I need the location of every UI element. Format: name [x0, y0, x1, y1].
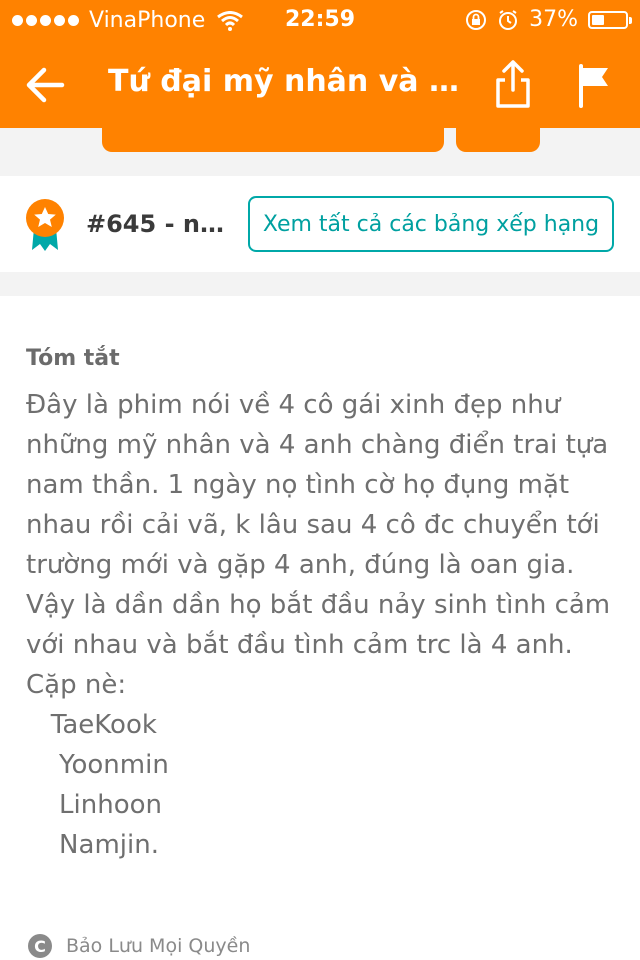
copyright-row: C Bảo Lưu Mọi Quyền — [28, 934, 250, 958]
summary-line: với nhau và bắt đầu tình cảm trc là 4 an… — [26, 630, 573, 660]
battery-icon — [588, 10, 632, 29]
summary-line: trường mới và gặp 4 anh, đúng là oan gia… — [26, 550, 575, 580]
lock-rotation-icon — [466, 9, 487, 30]
section-divider — [0, 272, 640, 296]
copyright-icon: C — [28, 934, 52, 958]
navigation-bar: Tứ đại mỹ nhân và tứ... — [0, 40, 640, 128]
summary-line: Cặp nè: — [26, 670, 127, 700]
status-right: 37% — [465, 7, 632, 32]
status-bar: VinaPhone 22:59 37% — [0, 0, 640, 40]
summary-line: Đây là phim nói về 4 cô gái xinh đẹp như — [26, 390, 561, 420]
pair-item: Yoonmin — [26, 750, 169, 780]
ranking-row: #645 - na... Xem tất cả các bảng xếp hạn… — [0, 176, 640, 272]
summary-line: những mỹ nhân và 4 anh chàng điển trai t… — [26, 430, 609, 460]
summary-line: nam thần. 1 ngày nọ tình cờ họ đụng mặt — [26, 470, 570, 500]
read-button[interactable] — [102, 120, 444, 152]
ranking-badge-icon — [26, 199, 64, 251]
add-to-library-button[interactable] — [456, 120, 540, 152]
story-title: Tứ đại mỹ nhân và tứ... — [108, 64, 468, 99]
battery-level-fill — [592, 14, 604, 25]
pair-item: Linhoon — [26, 790, 163, 820]
battery-percent: 37% — [529, 7, 578, 32]
ranking-label[interactable]: #645 - na... — [86, 210, 226, 238]
summary-section: Tóm tắt Đây là phim nói về 4 cô gái xinh… — [26, 296, 626, 865]
action-bar-area — [0, 120, 640, 176]
back-arrow-icon[interactable] — [22, 62, 68, 108]
summary-text: Đây là phim nói về 4 cô gái xinh đẹp như… — [26, 385, 626, 865]
app-header: VinaPhone 22:59 37% Tứ đại mỹ nhân và tứ… — [0, 0, 640, 128]
alarm-icon — [499, 9, 518, 30]
view-all-rankings-button[interactable]: Xem tất cả các bảng xếp hạng — [248, 196, 614, 252]
pair-item: Namjin. — [26, 830, 159, 860]
summary-line: nhau rồi cải vã, k lâu sau 4 cô đc chuyể… — [26, 510, 600, 540]
summary-heading: Tóm tắt — [26, 346, 120, 371]
share-icon[interactable] — [492, 58, 534, 110]
pair-item: TaeKook — [26, 710, 157, 740]
summary-line: Vậy là dần dần họ bắt đầu nảy sinh tình … — [26, 590, 611, 620]
flag-icon[interactable] — [576, 62, 612, 108]
copyright-label: Bảo Lưu Mọi Quyền — [66, 935, 251, 957]
